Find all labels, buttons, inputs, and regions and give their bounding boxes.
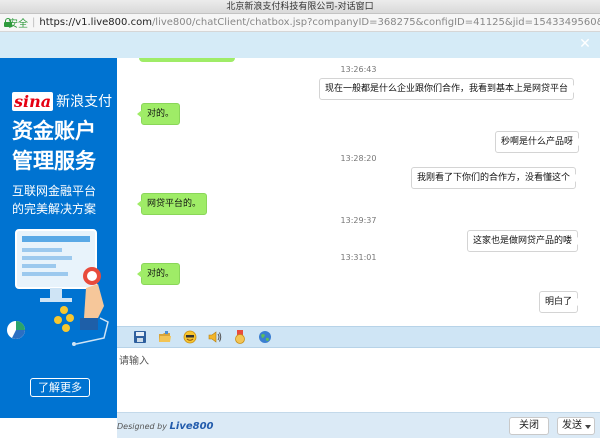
- learn-more-button[interactable]: 了解更多: [30, 378, 90, 397]
- agent-message: 网贷平台的。: [136, 193, 208, 215]
- message-timestamp: 13:31:01: [340, 253, 377, 262]
- ad-subline-line-1: 互联网金融平台: [12, 184, 97, 198]
- visitor-message: 现在一般都是什么企业跟你们合作，我看到基本上是网贷平台: [319, 78, 579, 100]
- chat-scrollbar[interactable]: [594, 58, 600, 326]
- globe-icon[interactable]: [258, 330, 272, 344]
- sina-pay-logo-text: 新浪支付: [56, 94, 113, 110]
- address-bar[interactable]: 安全 | https://v1.live800.com/live800/chat…: [0, 14, 600, 32]
- ad-headline-line-2: 管理服务: [12, 149, 96, 173]
- window-title-bar: 北京新浪支付科技有限公司-对话窗口: [0, 0, 600, 14]
- close-button[interactable]: 关闭: [509, 417, 549, 435]
- visitor-message: 这家也是做网贷产品的喽: [467, 230, 583, 252]
- chevron-down-icon[interactable]: [585, 425, 591, 429]
- agent-message: 对的。: [136, 103, 181, 125]
- designed-by-credit[interactable]: Designed by Live800: [117, 421, 214, 432]
- visitor-message: 秒啊是什么产品呀: [495, 131, 584, 153]
- visitor-message: 明白了: [539, 291, 583, 313]
- ad-subline-line-2: 的完美解决方案: [12, 202, 97, 216]
- finance-illustration-icon: [7, 229, 109, 346]
- live800-brand: Live800: [169, 421, 214, 432]
- save-icon[interactable]: [133, 330, 147, 344]
- window-title: 北京新浪支付科技有限公司-对话窗口: [226, 2, 374, 12]
- ad-headline-line-1: 资金账户: [12, 119, 96, 143]
- message-timestamp: 13:28:20: [340, 154, 377, 163]
- url-path[interactable]: /live800/chatClient/chatbox.jsp?companyI…: [152, 17, 600, 28]
- rating-medal-icon[interactable]: [233, 330, 247, 344]
- url-host[interactable]: https://v1.live800.com: [39, 17, 152, 28]
- sina-pay-ad-banner[interactable]: sina 新浪支付 资金账户 管理服务 互联网金融平台 的完美解决方案 了解更多: [0, 58, 117, 418]
- sina-pay-logo: sina 新浪支付: [12, 91, 112, 111]
- chat-header-strip: ✕: [0, 32, 600, 58]
- folder-icon[interactable]: [158, 330, 172, 344]
- close-icon[interactable]: ✕: [578, 37, 592, 51]
- designed-by-label: Designed by: [117, 422, 167, 431]
- address-separator: |: [32, 17, 36, 28]
- chat-footer: Designed by Live800 关闭 发送: [117, 412, 600, 438]
- emoji-icon[interactable]: [183, 330, 197, 344]
- sound-icon[interactable]: [208, 330, 222, 344]
- visitor-message: 我刚看了下你们的合作方，没看懂这个: [411, 167, 581, 189]
- message-input[interactable]: [117, 348, 600, 412]
- sina-logo-mark: sina: [12, 91, 54, 111]
- send-button-label: 发送: [562, 420, 582, 431]
- ad-headline: 资金账户 管理服务: [12, 116, 112, 176]
- ad-subline: 互联网金融平台 的完美解决方案: [12, 182, 117, 218]
- message-timestamp: 13:29:37: [340, 216, 377, 225]
- chat-history[interactable]: 13:26:43 现在一般都是什么企业跟你们合作，我看到基本上是网贷平台 对的。…: [117, 58, 600, 326]
- send-button[interactable]: 发送: [557, 417, 595, 435]
- message-timestamp: 13:26:43: [340, 65, 377, 74]
- chat-toolbar: [117, 326, 600, 348]
- agent-message: 对的。: [136, 263, 181, 285]
- partial-agent-bubble: [139, 58, 235, 62]
